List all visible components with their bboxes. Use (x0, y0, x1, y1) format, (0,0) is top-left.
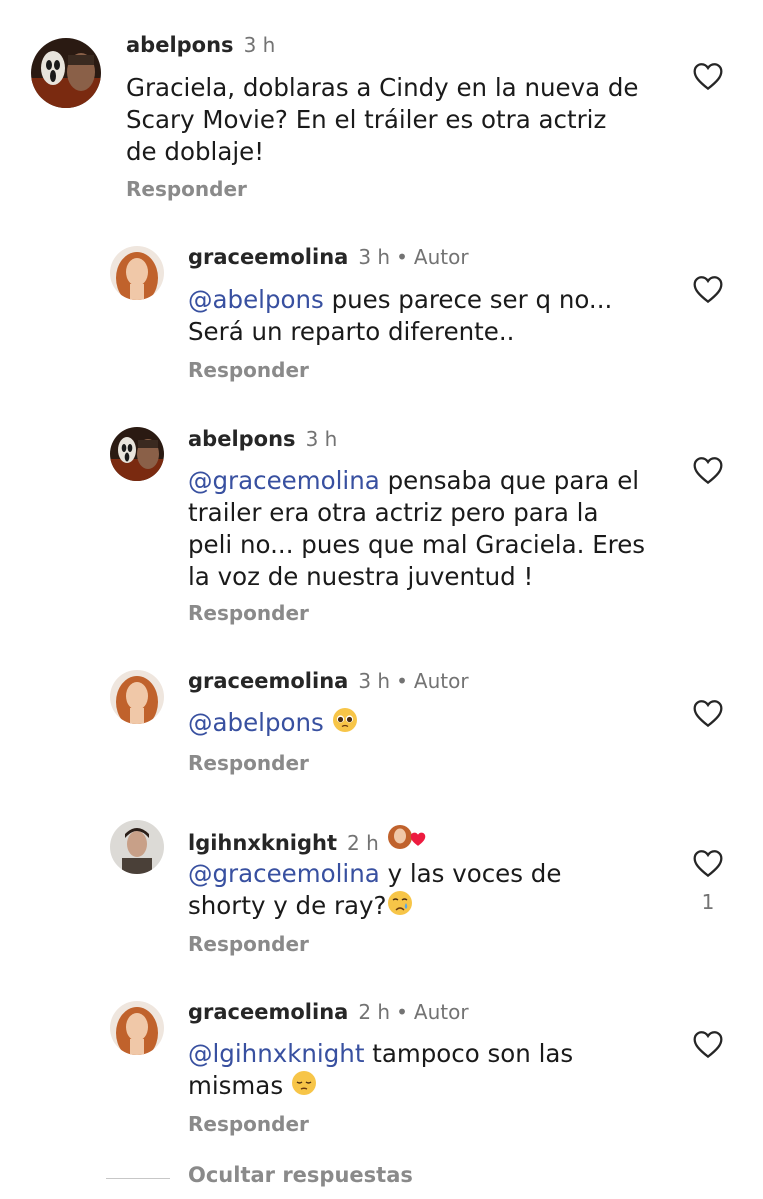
mention-link[interactable]: @abelpons (188, 285, 324, 314)
hide-replies-button[interactable]: Ocultar respuestas (188, 1163, 413, 1187)
heart-filled-icon (410, 832, 426, 846)
avatar[interactable] (110, 1001, 164, 1055)
mention-username: abelpons (212, 708, 324, 737)
heart-outline-icon[interactable] (692, 274, 724, 304)
divider (106, 1178, 170, 1179)
reply-button[interactable]: Responder (188, 1112, 309, 1136)
pensive-face-icon (291, 1070, 317, 1104)
mention-link[interactable]: @graceemolina (188, 859, 380, 888)
author-badge: Autor (413, 669, 469, 693)
comment-text-line: Scary Movie? En el tráiler es otra actri… (126, 105, 607, 134)
mention-username: lgihnxknight (212, 1039, 365, 1068)
comment-text-line: mismas (188, 1071, 284, 1100)
username[interactable]: lgihnxknight (188, 831, 337, 855)
comment-text: pues parece ser q no... (331, 285, 613, 314)
author-badge: Autor (413, 1000, 469, 1024)
crying-face-icon (387, 890, 413, 924)
avatar[interactable] (110, 820, 164, 874)
comment-text-line: de doblaje! (126, 137, 265, 166)
at-symbol: @ (188, 859, 213, 888)
mention-link[interactable]: @abelpons (188, 708, 324, 737)
comment-text-line: Será un reparto diferente.. (188, 317, 515, 346)
comment-text-line: Graciela, doblaras a Cindy en la nueva d… (126, 73, 639, 102)
separator-dot: • (396, 669, 408, 693)
username[interactable]: graceemolina (188, 1000, 348, 1024)
at-symbol: @ (188, 285, 213, 314)
heart-outline-icon[interactable] (692, 455, 724, 485)
mention-link[interactable]: @lgihnxknight (188, 1039, 364, 1068)
author-badge: Autor (413, 245, 469, 269)
pleading-face-icon (332, 707, 358, 741)
timestamp: 2 h (358, 1000, 391, 1024)
timestamp: 3 h (358, 245, 391, 269)
at-symbol: @ (188, 708, 213, 737)
comment-text: pensaba que para el (387, 466, 640, 495)
comment-text-line: trailer era otra actriz pero para la (188, 498, 599, 527)
timestamp: 3 h (243, 33, 276, 57)
comment-text-line: peli no... pues que mal Graciela. Eres (188, 530, 646, 559)
at-symbol: @ (188, 1039, 213, 1068)
heart-outline-icon[interactable] (692, 61, 724, 91)
heart-outline-icon[interactable] (692, 1029, 724, 1059)
reply-button[interactable]: Responder (188, 932, 309, 956)
mention-username: graceemolina (212, 859, 380, 888)
avatar[interactable] (31, 38, 101, 108)
reply-button[interactable]: Responder (126, 177, 247, 201)
username[interactable]: abelpons (188, 427, 296, 451)
mention-username: abelpons (212, 285, 324, 314)
timestamp: 3 h (358, 669, 391, 693)
avatar[interactable] (110, 670, 164, 724)
separator-dot: • (396, 245, 408, 269)
like-count: 1 (701, 890, 715, 914)
avatar[interactable] (110, 246, 164, 300)
heart-outline-icon[interactable] (692, 698, 724, 728)
comment-text: tampoco son las (372, 1039, 574, 1068)
username[interactable]: abelpons (126, 33, 234, 57)
reply-button[interactable]: Responder (188, 751, 309, 775)
avatar[interactable] (110, 427, 164, 481)
mention-link[interactable]: @graceemolina (188, 466, 380, 495)
comment-text: y las voces de (387, 859, 562, 888)
reply-button[interactable]: Responder (188, 358, 309, 382)
separator-dot: • (396, 1000, 408, 1024)
author-liked-badge (387, 824, 427, 854)
username[interactable]: graceemolina (188, 245, 348, 269)
username[interactable]: graceemolina (188, 669, 348, 693)
comment-text-line: la voz de nuestra juventud ! (188, 562, 534, 591)
reply-button[interactable]: Responder (188, 601, 309, 625)
timestamp: 2 h (347, 831, 379, 855)
mention-username: graceemolina (212, 466, 380, 495)
at-symbol: @ (188, 466, 213, 495)
heart-outline-icon[interactable] (692, 848, 724, 878)
timestamp: 3 h (305, 427, 338, 451)
comment-text-line: shorty y de ray? (188, 891, 387, 920)
